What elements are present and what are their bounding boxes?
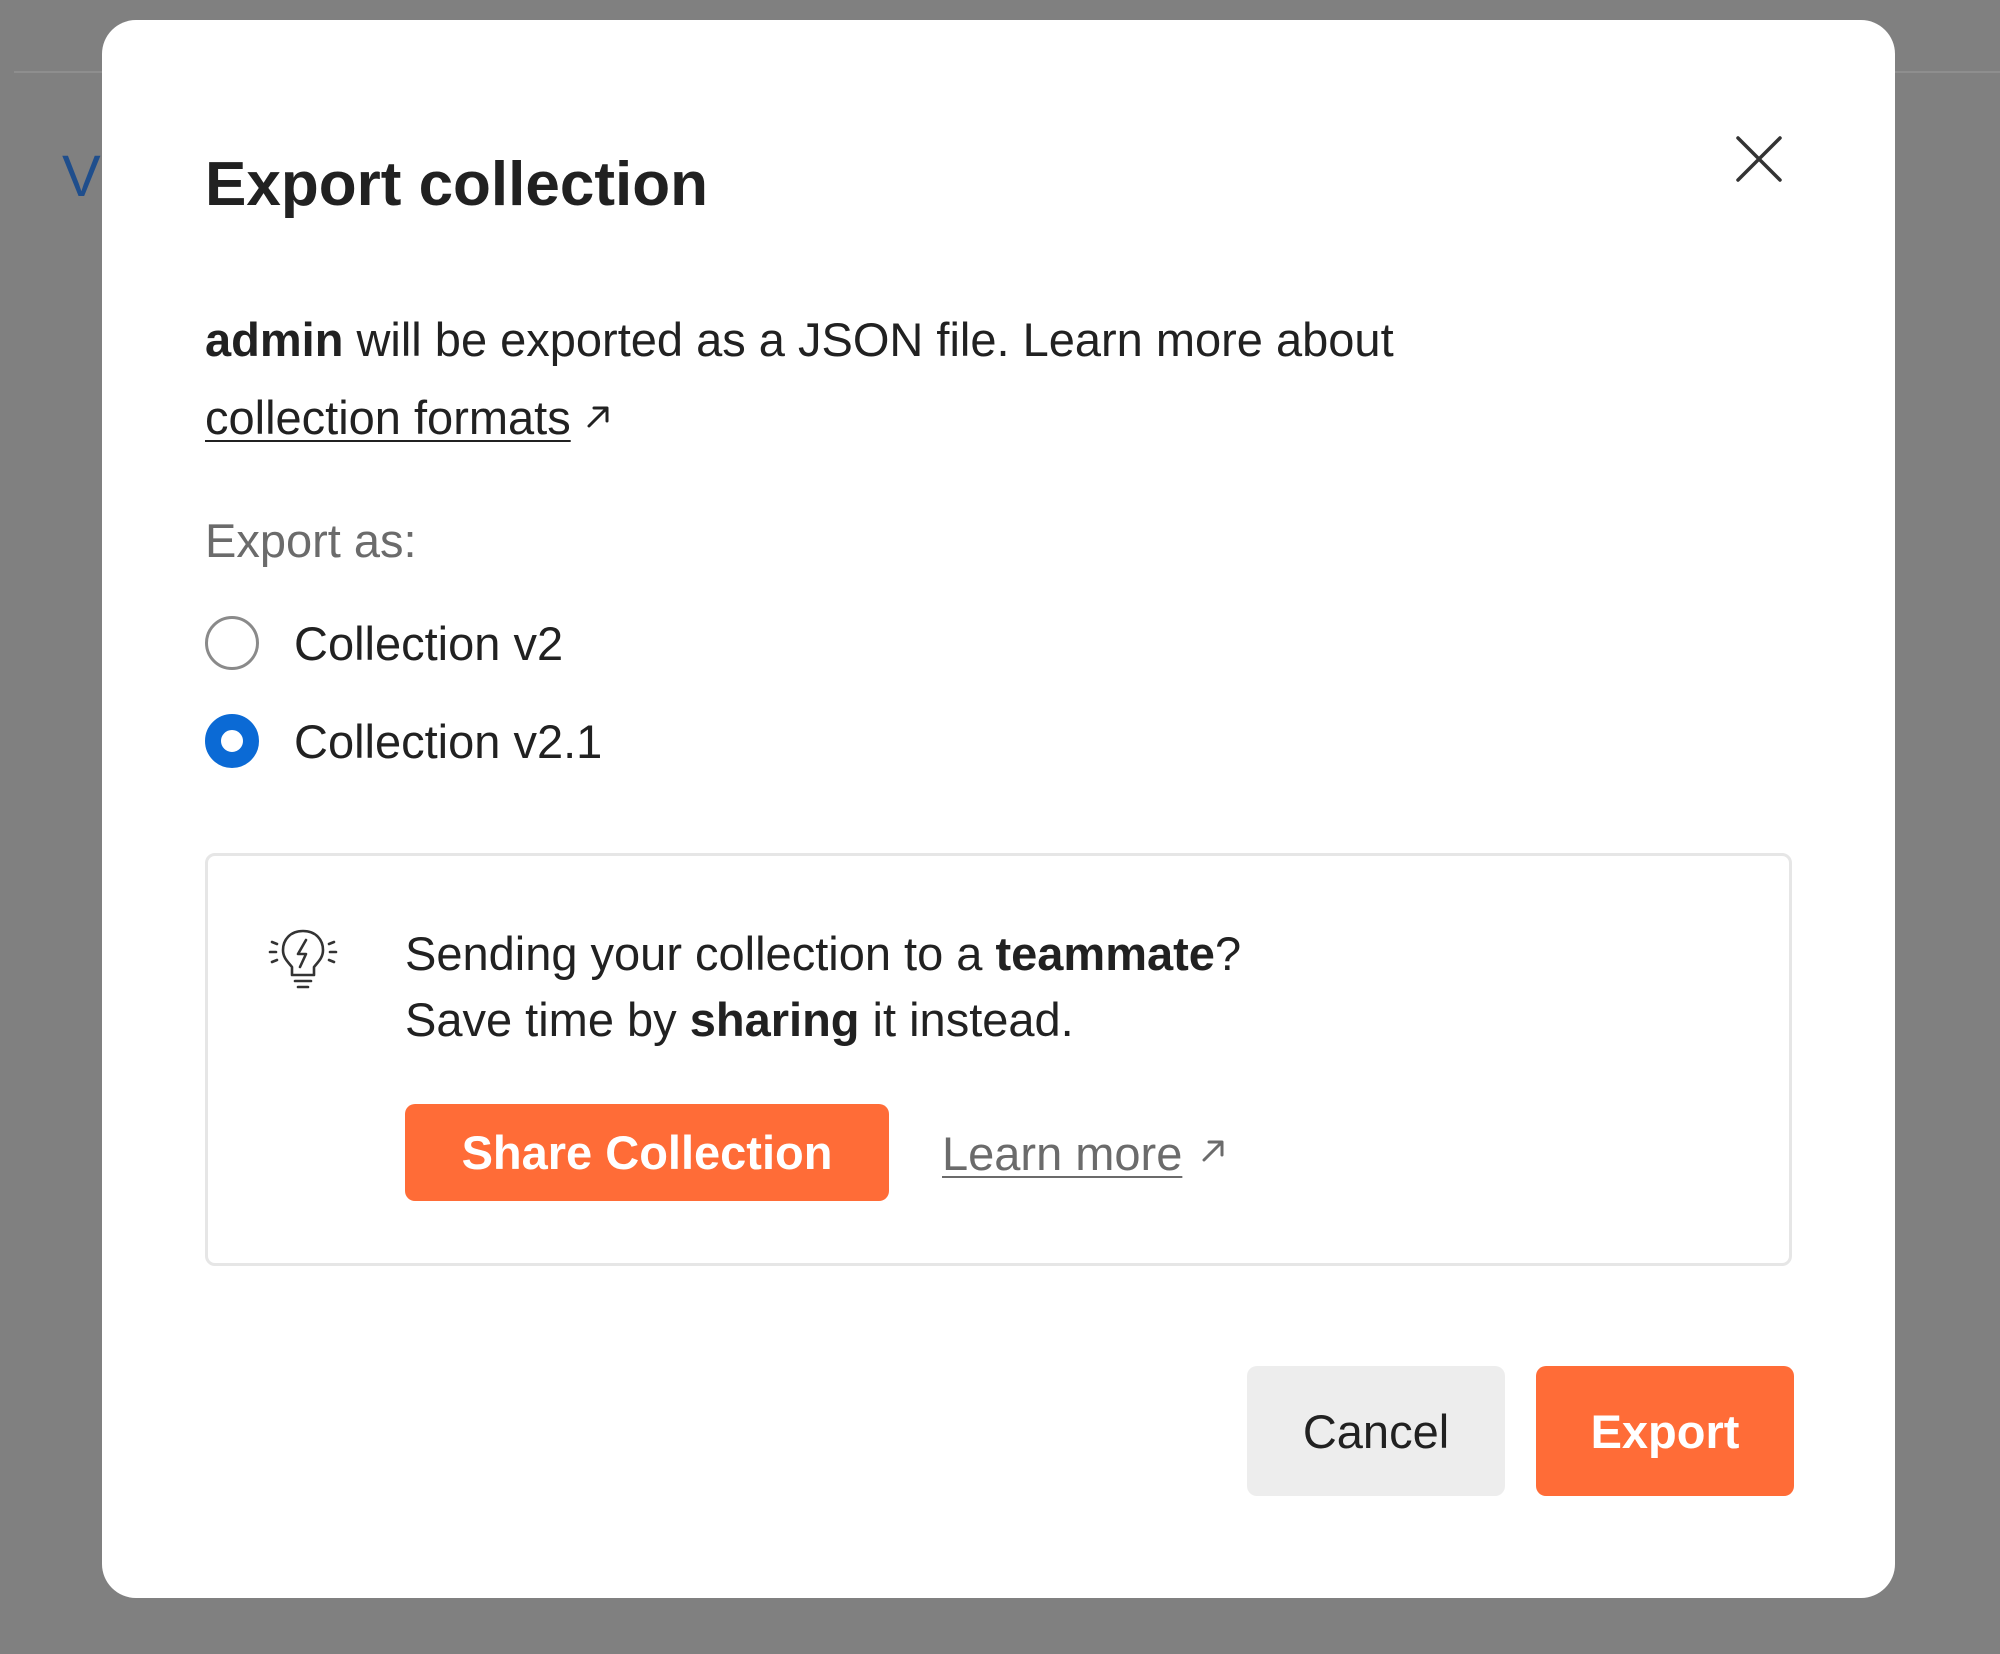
- export-collection-dialog: Export collection admin will be exported…: [102, 20, 1895, 1598]
- option-label: Collection v2.1: [294, 714, 603, 768]
- tip-line-1: Sending your collection to a teammate?: [405, 921, 1241, 987]
- radio-unchecked[interactable]: [205, 616, 259, 670]
- description-text: will be exported as a JSON file. Learn m…: [343, 313, 1394, 366]
- collection-name: admin: [205, 313, 344, 366]
- learn-more-link[interactable]: Learn more: [942, 1120, 1226, 1186]
- dialog-title: Export collection: [205, 150, 708, 219]
- collection-formats-link[interactable]: collection formats: [205, 391, 571, 444]
- cancel-button[interactable]: Cancel: [1247, 1366, 1505, 1496]
- tip-message: Sending your collection to a teammate? S…: [405, 921, 1241, 1053]
- radio-checked[interactable]: [205, 714, 259, 768]
- export-button[interactable]: Export: [1536, 1366, 1794, 1496]
- export-description: admin will be exported as a JSON file. L…: [205, 301, 1805, 457]
- close-button[interactable]: [1720, 120, 1798, 198]
- option-collection-v2[interactable]: Collection v2: [205, 613, 563, 673]
- external-link-icon: [587, 406, 609, 428]
- tip-text: Sending your collection to a: [405, 927, 996, 980]
- tip-line-2: Save time by sharing it instead.: [405, 987, 1241, 1053]
- description-link-line: collection formats: [205, 379, 1805, 457]
- backdrop-text: V: [62, 144, 101, 209]
- external-link-icon: [1202, 1140, 1224, 1162]
- share-collection-button[interactable]: Share Collection: [405, 1104, 889, 1201]
- lightbulb-icon: [268, 929, 338, 989]
- close-icon: [1736, 136, 1782, 182]
- share-tip-card: Sending your collection to a teammate? S…: [205, 853, 1792, 1266]
- export-as-label: Export as:: [205, 514, 417, 567]
- tip-text: ?: [1214, 927, 1242, 980]
- tip-text: it instead.: [859, 993, 1074, 1046]
- tip-text: Save time by: [405, 993, 690, 1046]
- option-label: Collection v2: [294, 616, 564, 670]
- description-line: admin will be exported as a JSON file. L…: [205, 301, 1805, 379]
- learn-more-label[interactable]: Learn more: [942, 1126, 1182, 1181]
- tip-bold-text: sharing: [689, 993, 860, 1046]
- tip-bold-text: teammate: [995, 927, 1215, 980]
- option-collection-v2-1[interactable]: Collection v2.1: [205, 711, 602, 771]
